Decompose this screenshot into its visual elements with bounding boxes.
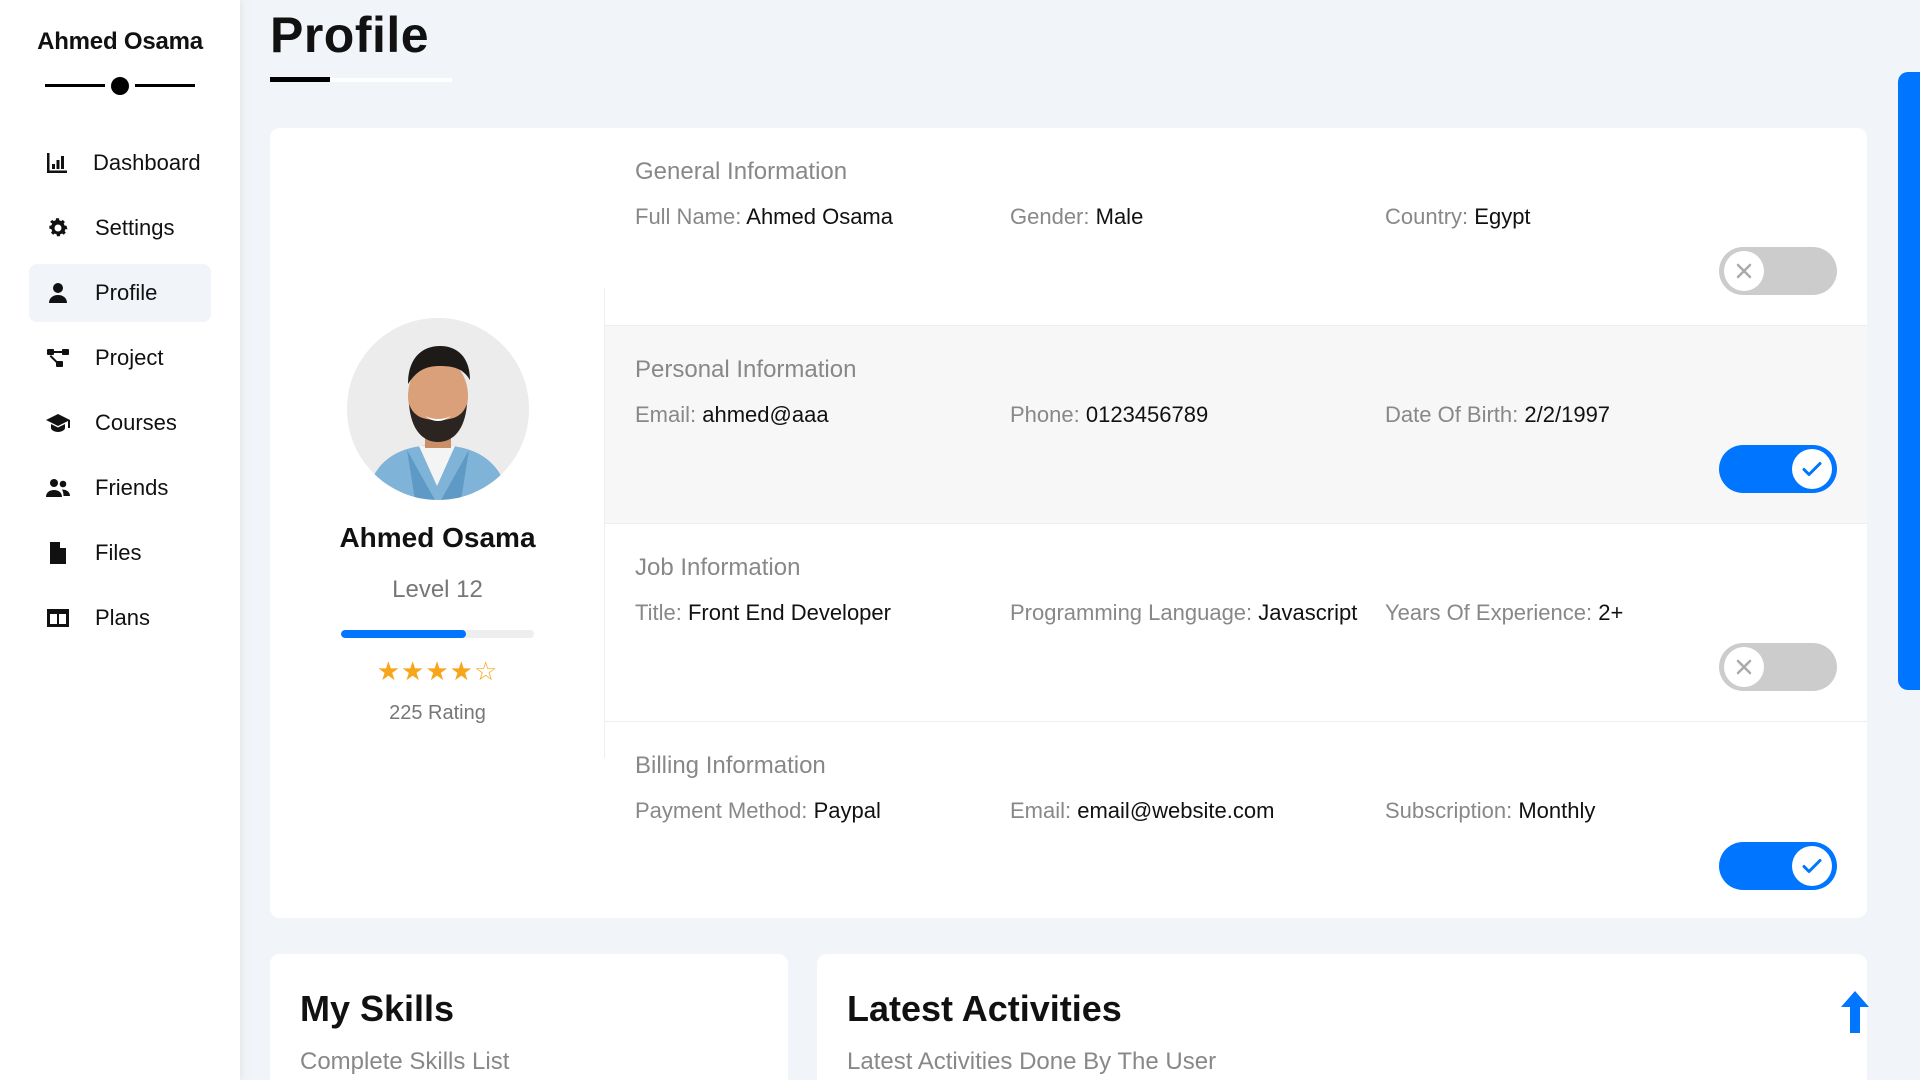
page-title: Profile	[270, 7, 430, 63]
rating-count: 225 Rating	[389, 702, 486, 724]
job-information-toggle[interactable]	[1719, 643, 1837, 691]
field-subscription: Subscription: Monthly	[1385, 798, 1596, 823]
user-icon	[45, 280, 71, 306]
section-title: Personal Information	[635, 356, 857, 383]
scroll-to-top-arrow-icon[interactable]	[1841, 991, 1869, 1033]
job-information-section: Job Information Title: Front End Develop…	[605, 524, 1867, 722]
close-icon	[1724, 647, 1764, 687]
field-gender: Gender: Male	[1010, 204, 1144, 229]
field-billing-email: Email: email@website.com	[1010, 798, 1275, 823]
field-full-name: Full Name: Ahmed Osama	[635, 204, 893, 229]
users-icon	[45, 475, 71, 501]
sidebar-item-settings[interactable]: Settings	[29, 199, 211, 257]
sidebar-item-files[interactable]: Files	[29, 524, 211, 582]
activities-subtitle: Latest Activities Done By The User	[847, 1048, 1217, 1075]
sidebar-item-courses[interactable]: Courses	[29, 394, 211, 452]
section-title: Billing Information	[635, 752, 826, 779]
scrollbar-thumb[interactable]	[1898, 72, 1920, 690]
section-title: Job Information	[635, 554, 801, 581]
profile-name: Ahmed Osama	[339, 522, 536, 553]
sidebar: Ahmed Osama Dashboard Settings Profile P…	[0, 0, 240, 1080]
chart-icon	[45, 150, 69, 176]
general-information-section: General Information Full Name: Ahmed Osa…	[605, 128, 1867, 326]
personal-information-toggle[interactable]	[1719, 445, 1837, 493]
billing-information-toggle[interactable]	[1719, 842, 1837, 890]
personal-information-section: Personal Information Email: ahmed@aaa Ph…	[605, 326, 1867, 524]
section-title: General Information	[635, 158, 848, 185]
sidebar-item-project[interactable]: Project	[29, 329, 211, 387]
field-payment-method: Payment Method: Paypal	[635, 798, 881, 823]
profile-level: Level 12	[392, 576, 483, 603]
sidebar-item-dashboard[interactable]: Dashboard	[29, 134, 211, 192]
brand-title: Ahmed Osama	[37, 28, 203, 55]
brand-divider	[45, 74, 195, 96]
file-icon	[45, 540, 71, 566]
skills-subtitle: Complete Skills List	[300, 1048, 510, 1075]
field-title: Title: Front End Developer	[635, 600, 891, 625]
sidebar-item-label: Dashboard	[93, 150, 201, 175]
sidebar-item-friends[interactable]: Friends	[29, 459, 211, 517]
profile-info: General Information Full Name: Ahmed Osa…	[605, 128, 1867, 918]
columns-icon	[45, 605, 71, 631]
check-icon	[1792, 449, 1832, 489]
page-scrollbar[interactable]	[1898, 0, 1920, 1080]
sidebar-item-label: Profile	[95, 280, 158, 305]
close-icon	[1724, 251, 1764, 291]
field-years-of-experience: Years Of Experience: 2+	[1385, 600, 1624, 625]
field-programming-language: Programming Language: Javascript	[1010, 600, 1358, 625]
sidebar-item-label: Plans	[95, 605, 151, 630]
profile-summary: Ahmed Osama Level 12 ★★★★☆ 225 Rating	[270, 128, 605, 918]
avatar	[347, 318, 529, 500]
check-icon	[1792, 846, 1832, 886]
field-email: Email: ahmed@aaa	[635, 402, 829, 427]
sidebar-item-plans[interactable]: Plans	[29, 589, 211, 647]
gear-icon	[45, 215, 71, 241]
skills-card: My Skills Complete Skills List	[270, 954, 788, 1080]
general-information-toggle[interactable]	[1719, 247, 1837, 295]
graduation-cap-icon	[45, 410, 71, 436]
sidebar-item-label: Friends	[95, 475, 169, 500]
sidebar-item-label: Settings	[95, 215, 175, 240]
star-rating-icon: ★★★★☆	[376, 656, 499, 686]
profile-card: Ahmed Osama Level 12 ★★★★☆ 225 Rating Ge…	[270, 128, 1867, 918]
field-date-of-birth: Date Of Birth: 2/2/1997	[1385, 402, 1611, 427]
level-progress-fill	[341, 630, 467, 638]
activities-card: Latest Activities Latest Activities Done…	[817, 954, 1867, 1080]
sidebar-item-label: Files	[95, 540, 142, 565]
diagram-project-icon	[45, 345, 71, 371]
billing-information-section: Billing Information Payment Method: Payp…	[605, 722, 1867, 918]
skills-title: My Skills	[300, 988, 455, 1029]
sidebar-nav: Dashboard Settings Profile Project Cours…	[29, 134, 211, 647]
field-phone: Phone: 0123456789	[1010, 402, 1209, 427]
sidebar-item-profile[interactable]: Profile	[29, 264, 211, 322]
sidebar-item-label: Courses	[95, 410, 177, 435]
field-country: Country: Egypt	[1385, 204, 1531, 229]
sidebar-item-label: Project	[95, 345, 164, 370]
activities-title: Latest Activities	[847, 988, 1122, 1029]
page-title-underline	[270, 77, 452, 82]
level-progress-bar	[341, 630, 534, 638]
